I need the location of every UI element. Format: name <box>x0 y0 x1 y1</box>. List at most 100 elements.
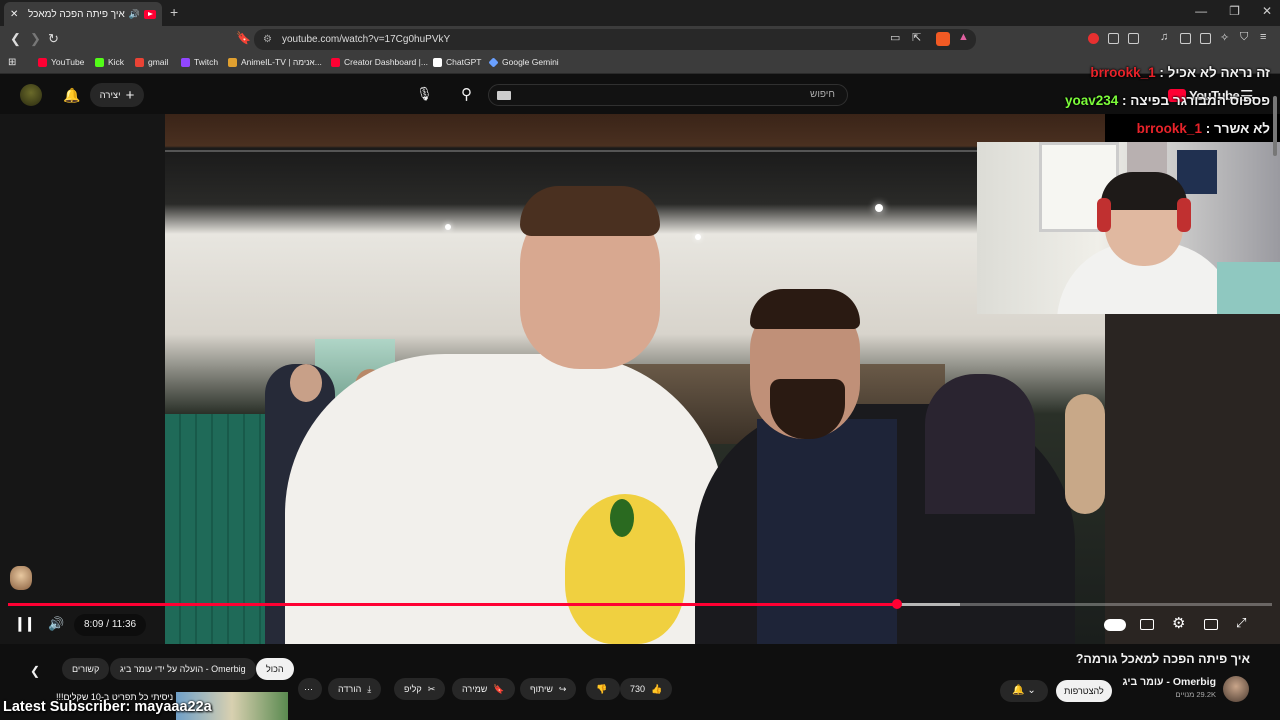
search-placeholder: חיפוש <box>810 89 835 100</box>
bookmark-animeil[interactable]: AnimeIL-TV | אנימה... <box>228 57 322 67</box>
back-icon[interactable]: ❮ <box>10 31 21 47</box>
streamer-emote-icon <box>10 566 32 590</box>
youtube-icon <box>38 57 47 67</box>
more-actions-button[interactable]: ⋯ <box>298 678 322 700</box>
media-icon[interactable]: ♫ <box>1160 31 1168 43</box>
more-icon: ⋯ <box>304 684 313 694</box>
maximize-icon[interactable]: ❐ <box>1229 4 1240 18</box>
voice-search-icon[interactable]: 🎙 <box>416 86 433 102</box>
browser-tab[interactable]: 🔊 איך פיתה הפכה למאכל גורמה? ✕ <box>4 2 162 26</box>
bookmark-gemini[interactable]: Google Gemini <box>488 56 559 68</box>
keyboard-icon[interactable] <box>497 91 511 100</box>
apps-grid-icon[interactable]: ⊞ <box>8 57 16 68</box>
creator-icon <box>331 57 340 67</box>
gmail-icon <box>135 57 144 67</box>
bookmark-chatgpt[interactable]: ChatGPT <box>433 57 481 67</box>
address-bar[interactable]: ⚙ youtube.com/watch?v=17Cg0huPVkY <box>254 29 976 50</box>
progress-bar[interactable] <box>8 599 1272 609</box>
miniplayer-icon[interactable] <box>1204 619 1218 630</box>
close-tab-icon[interactable]: ✕ <box>10 9 18 20</box>
download-label: הורדה <box>338 684 362 694</box>
record-icon[interactable] <box>1088 33 1099 44</box>
channel-name: Omerbig - עומר ביג <box>1122 676 1216 688</box>
dislike-button[interactable]: 👎 <box>586 678 620 700</box>
current-time: 8:09 <box>84 619 104 630</box>
share-icon: ↪ <box>558 684 567 694</box>
chat-username: brrookk_1 <box>1136 121 1202 136</box>
chat-message-text: פספוס המבורגר בפיצה <box>1130 93 1270 108</box>
time-display: 8:09 / 11:36 <box>74 614 147 636</box>
share-button[interactable]: שיתוף ↪ <box>520 678 577 700</box>
close-window-icon[interactable]: ✕ <box>1262 4 1272 18</box>
save-button[interactable]: שמירה 🔖 <box>452 678 515 700</box>
scrollbar-thumb[interactable] <box>1273 96 1277 156</box>
url-text: youtube.com/watch?v=17Cg0huPVkY <box>282 34 451 45</box>
share-label: שיתוף <box>530 684 553 694</box>
video-title: איך פיתה הפכה למאכל גורמה? <box>1075 652 1250 666</box>
extension-icon[interactable] <box>1128 33 1139 44</box>
chip-all[interactable]: הכול <box>256 658 294 680</box>
latest-subscriber-overlay: Latest Subscriber: mayaaa22a <box>3 699 212 715</box>
like-count: 730 <box>630 684 646 694</box>
browser-tab-strip: 🔊 איך פיתה הפכה למאכל גורמה? ✕ + — ❐ ✕ <box>0 0 1280 26</box>
new-tab-button[interactable]: + <box>170 4 178 20</box>
buffer-bar <box>896 603 960 606</box>
like-button[interactable]: 730 👍 <box>620 678 673 700</box>
twitch-icon <box>181 57 190 67</box>
wallet-icon[interactable] <box>1200 33 1211 44</box>
duration: 11:36 <box>111 619 137 630</box>
create-button[interactable]: יצירה + <box>90 83 144 107</box>
chip-related[interactable]: קשורים <box>62 658 110 680</box>
channel-info[interactable]: Omerbig - עומר ביג 29.2K מנויים <box>1123 676 1216 699</box>
download-icon: ⤓ <box>367 684 372 694</box>
clip-button[interactable]: קליפ ✂ <box>394 678 446 700</box>
clip-label: קליפ <box>404 684 422 694</box>
minimize-icon[interactable]: — <box>1195 4 1207 18</box>
chip-from-channel[interactable]: הועלה על ידי עומר ביג - Omerbig <box>110 658 256 680</box>
notification-settings-button[interactable]: 🔔 ⌄ <box>1000 680 1048 702</box>
site-info-icon[interactable]: ⚙ <box>263 29 272 50</box>
menu-icon[interactable]: ≡ <box>1260 31 1266 43</box>
chips-scroll-left-icon[interactable]: ❮ <box>30 664 40 678</box>
subscribe-button[interactable]: להצטרפות <box>1056 680 1112 702</box>
thumbs-up-icon: 👍 <box>651 684 663 694</box>
share-page-icon[interactable]: ⇱ <box>912 31 921 44</box>
pause-icon[interactable]: ❙❙ <box>14 615 36 632</box>
reload-icon[interactable]: ↻ <box>48 31 59 47</box>
search-input[interactable]: חיפוש <box>488 84 848 106</box>
chat-message-text: זה נראה לא אכיל <box>1167 65 1270 80</box>
settings-gear-icon[interactable]: ⚙ <box>1172 614 1185 632</box>
scrubber-handle[interactable] <box>891 599 902 609</box>
fullscreen-icon[interactable]: ⤢ <box>1236 615 1246 631</box>
brave-shield-icon[interactable] <box>936 32 950 46</box>
channel-avatar[interactable] <box>1223 676 1249 702</box>
notifications-bell-icon[interactable]: 🔔 <box>63 87 80 104</box>
page-scrollbar[interactable] <box>1272 78 1278 720</box>
rewards-icon[interactable]: ▲ <box>958 31 969 43</box>
bookmark-gmail[interactable]: gmail <box>135 57 168 67</box>
install-app-icon[interactable]: ▭ <box>890 31 900 44</box>
extension-icon[interactable] <box>1108 33 1119 44</box>
account-avatar[interactable] <box>20 84 42 106</box>
scissors-icon: ✂ <box>427 684 436 694</box>
sidebar-icon[interactable] <box>1180 33 1191 44</box>
bookmark-twitch[interactable]: Twitch <box>181 57 218 67</box>
bookmark-kick[interactable]: Kick <box>95 57 124 67</box>
bookmark-youtube[interactable]: YouTube <box>38 57 84 67</box>
autoplay-toggle[interactable] <box>1104 619 1126 631</box>
speaker-icon[interactable]: 🔊 <box>129 9 140 20</box>
tab-title: איך פיתה הפכה למאכל גורמה? <box>25 8 125 20</box>
bookmark-icon[interactable]: 🔖 <box>236 31 251 45</box>
gemini-icon <box>488 56 499 68</box>
player-controls: ❙❙ 🔊 8:09 / 11:36 ⚙ ⤢ <box>0 610 1280 640</box>
animeil-icon <box>228 57 237 67</box>
volume-icon[interactable]: 🔊 <box>48 616 64 632</box>
search-icon[interactable]: ⚲ <box>461 85 472 103</box>
video-side-dark <box>1105 314 1280 644</box>
download-button[interactable]: הורדה ⤓ <box>328 678 382 700</box>
forward-icon[interactable]: ❯ <box>30 31 41 47</box>
bookmark-creator-dashboard[interactable]: Creator Dashboard |... <box>331 57 428 67</box>
vpn-shield-icon[interactable]: ⛉ <box>1240 31 1248 44</box>
ai-icon[interactable]: ✧ <box>1220 31 1229 44</box>
subtitles-icon[interactable] <box>1140 619 1154 630</box>
